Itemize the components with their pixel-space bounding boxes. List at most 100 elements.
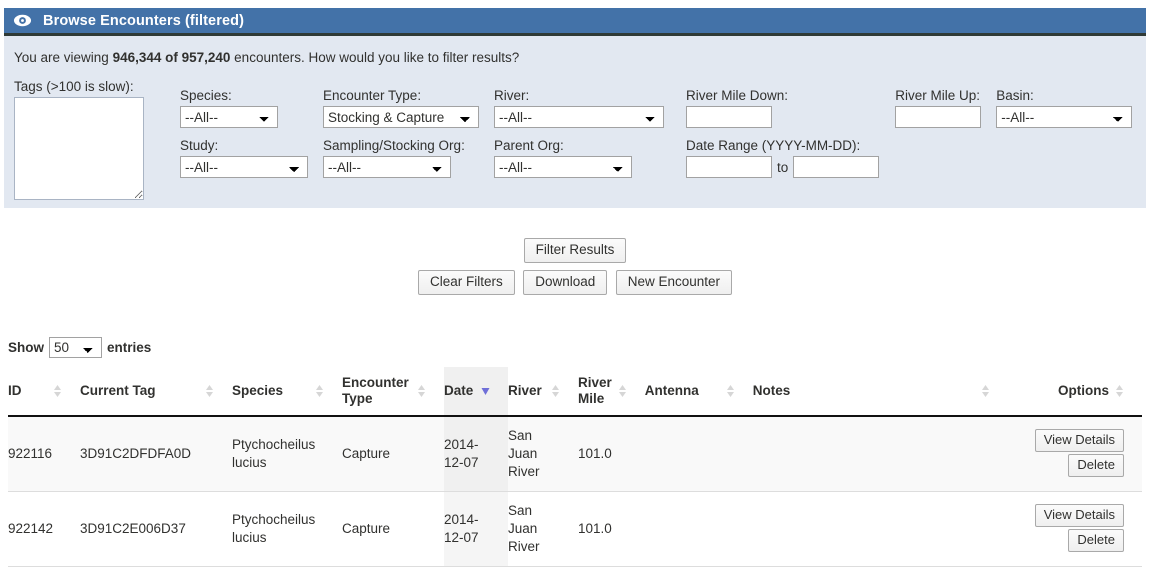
cell-options: View Details Delete — [1008, 491, 1142, 567]
cell-current-tag: 3D91C2DFDFA0D — [80, 416, 232, 492]
filter-form: Tags (>100 is slow): Species: --All-- St… — [14, 78, 1146, 200]
cell-notes — [752, 416, 1008, 492]
river-mile-up-input[interactable] — [895, 106, 982, 128]
column-header-date[interactable]: Date — [444, 367, 508, 417]
column-header-notes[interactable]: Notes — [752, 367, 1008, 417]
sampling-org-label: Sampling/Stocking Org: — [323, 138, 465, 153]
panel-body: You are viewing 946,344 of 957,240 encou… — [4, 36, 1146, 208]
species-select[interactable]: --All-- — [180, 106, 278, 128]
cell-river: San Juan River — [508, 416, 578, 492]
column-header-id[interactable]: ID — [8, 367, 80, 417]
column-header-antenna[interactable]: Antenna — [644, 367, 753, 417]
river-mile-down-input[interactable] — [686, 106, 772, 128]
column-header-river[interactable]: River — [508, 367, 578, 417]
view-details-button[interactable]: View Details — [1034, 429, 1124, 452]
column-header-species[interactable]: Species — [232, 367, 342, 417]
sort-both-icon — [982, 385, 989, 397]
table-row[interactable]: 922142 3D91C2E006D37 Ptychocheilus luciu… — [8, 491, 1142, 567]
cell-id: 922142 — [8, 491, 80, 567]
cell-river-mile: 101.0 — [578, 416, 645, 492]
length-menu-select[interactable]: 50 — [49, 337, 102, 358]
clear-filters-button[interactable]: Clear Filters — [417, 270, 515, 295]
sort-descending-icon — [481, 388, 490, 395]
browse-encounters-panel: Browse Encounters (filtered) You are vie… — [4, 8, 1146, 208]
column-label-river-mile: River Mile — [578, 375, 612, 406]
column-label-id: ID — [8, 383, 22, 398]
filter-col-species-study: Species: --All-- Study: --All-- — [180, 87, 308, 187]
eye-icon — [13, 14, 32, 27]
study-select[interactable]: --All-- — [180, 156, 308, 178]
sort-both-icon — [618, 385, 626, 397]
cell-date: 2014-12-07 — [444, 416, 508, 492]
basin-field-group: Basin: --All-- — [996, 87, 1133, 128]
table-row[interactable]: 922116 3D91C2DFDFA0D Ptychocheilus luciu… — [8, 416, 1142, 492]
filter-columns: Species: --All-- Study: --All-- Encounte… — [158, 87, 1133, 187]
date-from-input[interactable] — [686, 156, 772, 178]
tags-field-group: Tags (>100 is slow): — [14, 78, 150, 200]
viewing-counts: 946,344 of 957,240 — [112, 50, 231, 65]
river-mile-down-field-group: River Mile Down: — [686, 87, 879, 128]
column-header-encounter-type[interactable]: Encounter Type — [342, 367, 444, 417]
filter-col-rivermiledown-daterange: River Mile Down: Date Range (YYYY-MM-DD)… — [686, 87, 880, 187]
cell-encounter-type: Capture — [342, 416, 444, 492]
table-head: ID Current Tag Species Encounter Type Da… — [8, 367, 1142, 417]
sort-both-icon — [316, 385, 323, 397]
filter-col-encounter-sampling: Encounter Type: Stocking & Capture Sampl… — [323, 87, 479, 187]
parent-org-field-group: Parent Org: --All-- — [494, 137, 664, 178]
table-body: 922116 3D91C2DFDFA0D Ptychocheilus luciu… — [8, 416, 1142, 567]
table-header-row: ID Current Tag Species Encounter Type Da… — [8, 367, 1142, 417]
tags-label: Tags (>100 is slow): — [14, 79, 134, 94]
study-label: Study: — [180, 138, 219, 153]
cell-river: San Juan River — [508, 491, 578, 567]
length-menu-show-label: Show — [8, 340, 44, 355]
cell-encounter-type: Capture — [342, 491, 444, 567]
date-range-label: Date Range (YYYY-MM-DD): — [686, 138, 861, 153]
river-field-group: River: --All-- — [494, 87, 664, 128]
column-label-river: River — [508, 383, 542, 398]
sort-both-icon — [1116, 385, 1123, 397]
new-encounter-button[interactable]: New Encounter — [615, 270, 733, 295]
view-details-button[interactable]: View Details — [1034, 504, 1124, 527]
download-button[interactable]: Download — [523, 270, 608, 295]
filter-col-basin: Basin: --All-- — [996, 87, 1133, 137]
cell-options: View Details Delete — [1008, 416, 1142, 492]
secondary-actions: Clear Filters Download New Encounter — [0, 248, 1150, 295]
sort-both-icon — [206, 385, 213, 397]
river-mile-up-label: River Mile Up: — [895, 88, 981, 103]
column-label-species: Species — [232, 383, 284, 398]
delete-button[interactable]: Delete — [1068, 529, 1124, 552]
encounters-table: ID Current Tag Species Encounter Type Da… — [8, 367, 1142, 567]
sampling-org-select[interactable]: --All-- — [323, 156, 451, 178]
sort-both-icon — [54, 385, 61, 397]
encounter-type-label: Encounter Type: — [323, 88, 422, 103]
river-label: River: — [494, 88, 530, 103]
basin-select[interactable]: --All-- — [996, 106, 1133, 128]
cell-id: 922116 — [8, 416, 80, 492]
sort-both-icon — [552, 385, 559, 397]
column-label-date: Date — [444, 383, 474, 398]
river-select[interactable]: --All-- — [494, 106, 664, 128]
column-header-current-tag[interactable]: Current Tag — [80, 367, 232, 417]
parent-org-select[interactable]: --All-- — [494, 156, 632, 178]
cell-river-mile: 101.0 — [578, 491, 645, 567]
cell-date: 2014-12-07 — [444, 491, 508, 567]
encounter-type-select[interactable]: Stocking & Capture — [323, 106, 479, 128]
viewing-summary: You are viewing 946,344 of 957,240 encou… — [14, 50, 1146, 65]
column-header-river-mile[interactable]: River Mile — [578, 367, 645, 417]
column-label-options: Options — [1058, 383, 1109, 398]
sampling-org-field-group: Sampling/Stocking Org: --All-- — [323, 137, 479, 178]
date-range-separator: to — [777, 159, 789, 175]
species-field-group: Species: --All-- — [180, 87, 308, 128]
date-to-input[interactable] — [793, 156, 880, 178]
column-header-options[interactable]: Options — [1008, 367, 1142, 417]
column-label-current-tag: Current Tag — [80, 383, 156, 398]
sort-both-icon — [726, 385, 734, 397]
encounter-type-field-group: Encounter Type: Stocking & Capture — [323, 87, 479, 128]
column-label-antenna: Antenna — [644, 383, 699, 398]
study-field-group: Study: --All-- — [180, 137, 308, 178]
delete-button[interactable]: Delete — [1068, 454, 1124, 477]
cell-current-tag: 3D91C2E006D37 — [80, 491, 232, 567]
viewing-prefix: You are viewing — [14, 50, 113, 65]
tags-input[interactable] — [14, 97, 144, 200]
panel-header: Browse Encounters (filtered) — [4, 8, 1146, 36]
